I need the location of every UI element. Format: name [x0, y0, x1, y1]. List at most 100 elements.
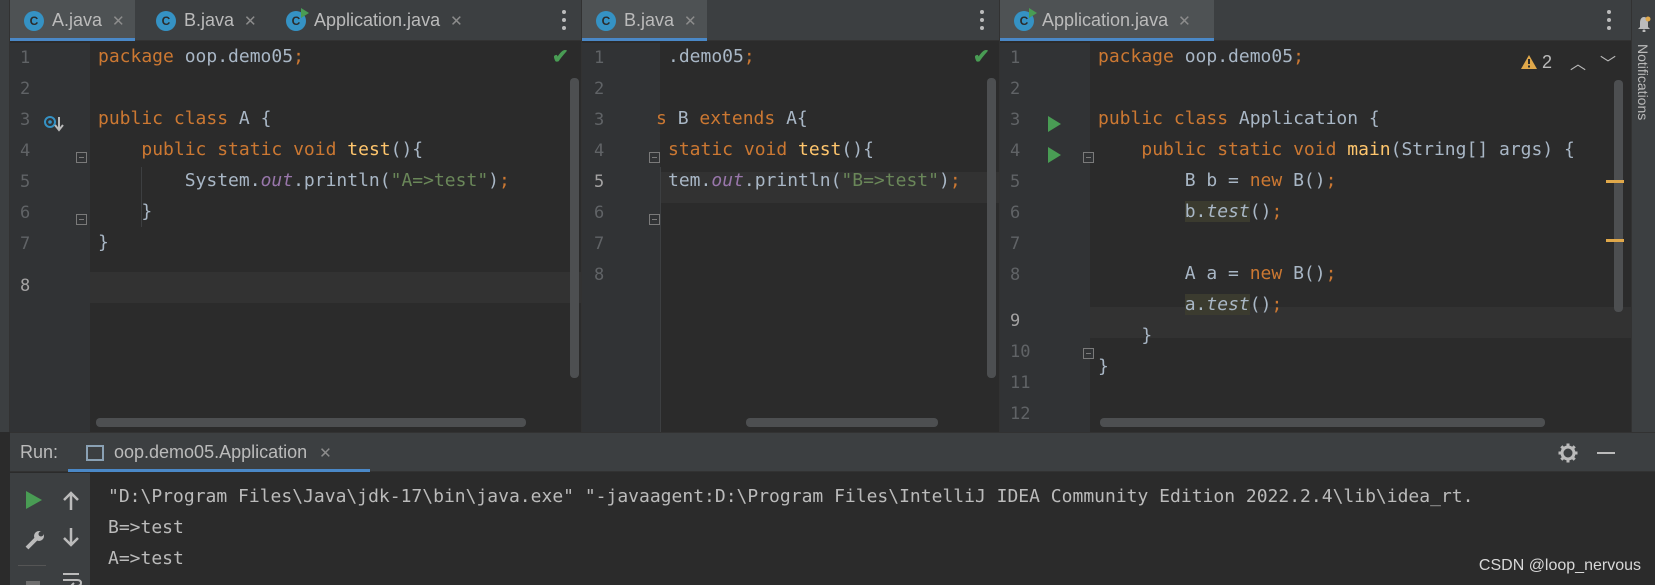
more-options-icon[interactable] — [979, 10, 985, 30]
line-number: 1 — [1010, 48, 1021, 68]
minimize-icon[interactable] — [1597, 452, 1615, 454]
tab-application-java[interactable]: C Application.java ✕ — [1000, 0, 1214, 41]
code-line[interactable]: b.test(); — [1098, 201, 1282, 222]
line-number: 1 — [594, 48, 605, 68]
line-number: 11 — [1010, 373, 1031, 393]
vertical-scrollbar[interactable] — [987, 78, 996, 378]
fold-marker-icon[interactable] — [1083, 348, 1094, 359]
right-tool-strip: Notifications — [1631, 0, 1655, 432]
class-icon: C — [156, 10, 176, 31]
console-icon — [86, 444, 104, 461]
line-number: 5 — [594, 172, 605, 192]
more-options-icon[interactable] — [1606, 10, 1612, 30]
stop-icon[interactable] — [26, 581, 40, 585]
line-number: 3 — [20, 110, 31, 130]
console-line[interactable]: B=>test — [108, 517, 184, 538]
code-line[interactable]: a.test(); — [1098, 294, 1282, 315]
code-line[interactable]: package oop.demo05; — [98, 46, 304, 67]
horizontal-scrollbar[interactable] — [96, 418, 526, 427]
code-line[interactable]: public static void main(String[] args) { — [1098, 139, 1575, 160]
horizontal-scrollbar[interactable] — [746, 418, 938, 427]
close-icon[interactable]: ✕ — [684, 12, 697, 30]
vertical-scrollbar[interactable] — [570, 78, 579, 378]
app-class-icon: C — [1014, 7, 1037, 31]
code-line[interactable]: static void test(){ — [668, 139, 874, 160]
run-icon[interactable] — [1048, 147, 1061, 163]
previous-highlight-icon[interactable]: ︿ — [1570, 50, 1586, 74]
code-line[interactable]: s B extends A{ — [656, 108, 808, 129]
run-icon[interactable] — [1048, 116, 1061, 132]
fold-marker-icon[interactable] — [76, 152, 87, 163]
watermark: CSDN @loop_nervous — [1478, 557, 1641, 574]
code-line[interactable]: System.out.println("A=>test"); — [98, 170, 510, 191]
line-number: 7 — [1010, 234, 1021, 254]
code-line[interactable]: } — [98, 232, 109, 253]
app-class-icon: C — [286, 7, 309, 31]
vertical-scrollbar[interactable] — [1614, 80, 1623, 312]
editor-pane-application: C Application.java ✕ 1 2 3 4 5 6 7 8 9 1… — [1000, 0, 1631, 432]
next-highlight-icon[interactable]: ﹀ — [1600, 50, 1616, 74]
close-icon[interactable]: ✕ — [112, 12, 125, 30]
line-number: 4 — [594, 141, 605, 161]
code-line[interactable]: package oop.demo05; — [1098, 46, 1304, 67]
code-line[interactable]: public class Application { — [1098, 108, 1380, 129]
warning-stripe-marker[interactable] — [1606, 180, 1624, 183]
tab-label: Application.java — [314, 10, 441, 30]
line-number: 3 — [1010, 110, 1021, 130]
implemented-icon[interactable] — [43, 114, 65, 136]
line-number: 6 — [594, 203, 605, 223]
inspection-widget[interactable]: 2 ︿ ﹀ — [1520, 50, 1616, 74]
code-line[interactable]: } — [98, 201, 152, 222]
code-line[interactable]: } — [1098, 356, 1109, 377]
run-tool-window: Run: oop.demo05.Application ✕ "D:\Progra… — [10, 432, 1655, 585]
line-number: 4 — [1010, 141, 1021, 161]
console-line[interactable]: A=>test — [108, 548, 184, 569]
close-icon[interactable]: ✕ — [319, 444, 332, 462]
code-line[interactable]: public static void test(){ — [98, 139, 423, 160]
close-icon[interactable]: ✕ — [1178, 12, 1191, 30]
close-icon[interactable]: ✕ — [450, 12, 463, 30]
run-configuration-tab[interactable]: oop.demo05.Application ✕ — [68, 433, 370, 472]
fold-marker-icon[interactable] — [649, 152, 660, 163]
wrench-icon[interactable] — [24, 529, 46, 551]
line-number: 7 — [594, 234, 605, 254]
run-tab-label: oop.demo05.Application — [114, 442, 308, 462]
tab-a-java[interactable]: C A.java ✕ — [10, 0, 135, 41]
bell-icon[interactable] — [1637, 16, 1651, 32]
line-number: 5 — [20, 172, 31, 192]
code-line[interactable]: } — [1098, 325, 1152, 346]
check-icon[interactable]: ✔ — [973, 44, 990, 69]
code-line[interactable]: public class A { — [98, 108, 271, 129]
fold-marker-icon[interactable] — [1083, 152, 1094, 163]
close-icon[interactable]: ✕ — [244, 12, 257, 30]
tab-b-java[interactable]: C B.java ✕ — [142, 0, 264, 41]
warning-icon — [1521, 55, 1537, 69]
soft-wrap-icon[interactable] — [62, 571, 82, 585]
console-line[interactable]: "D:\Program Files\Java\jdk-17\bin\java.e… — [108, 486, 1473, 507]
fold-marker-icon[interactable] — [649, 214, 660, 225]
line-number: 5 — [1010, 172, 1021, 192]
code-line[interactable]: A a = new B(); — [1098, 263, 1337, 284]
arrow-down-icon[interactable] — [62, 527, 80, 547]
run-label: Run: — [20, 442, 59, 462]
tab-label: B.java — [624, 10, 675, 30]
check-icon[interactable]: ✔ — [552, 44, 569, 69]
fold-marker-icon[interactable] — [76, 214, 87, 225]
editor-tab-bar: C Application.java ✕ — [1000, 0, 1631, 41]
class-icon: C — [596, 10, 616, 31]
class-icon: C — [24, 10, 44, 31]
tab-b-java[interactable]: C B.java ✕ — [582, 0, 707, 41]
code-line[interactable]: tem.out.println("B=>test"); — [668, 170, 961, 191]
line-number: 10 — [1010, 342, 1031, 362]
code-line[interactable]: .demo05; — [668, 46, 755, 67]
notifications-tool-button[interactable]: Notifications — [1635, 44, 1651, 120]
tab-application-java[interactable]: C Application.java ✕ — [272, 0, 482, 41]
arrow-up-icon[interactable] — [62, 491, 80, 511]
gear-icon[interactable] — [1558, 443, 1578, 463]
warning-stripe-marker[interactable] — [1606, 239, 1624, 242]
rerun-icon[interactable] — [26, 491, 42, 509]
horizontal-scrollbar[interactable] — [1100, 418, 1545, 427]
line-number: 8 — [20, 276, 31, 296]
code-line[interactable]: B b = new B(); — [1098, 170, 1337, 191]
more-options-icon[interactable] — [561, 10, 567, 30]
